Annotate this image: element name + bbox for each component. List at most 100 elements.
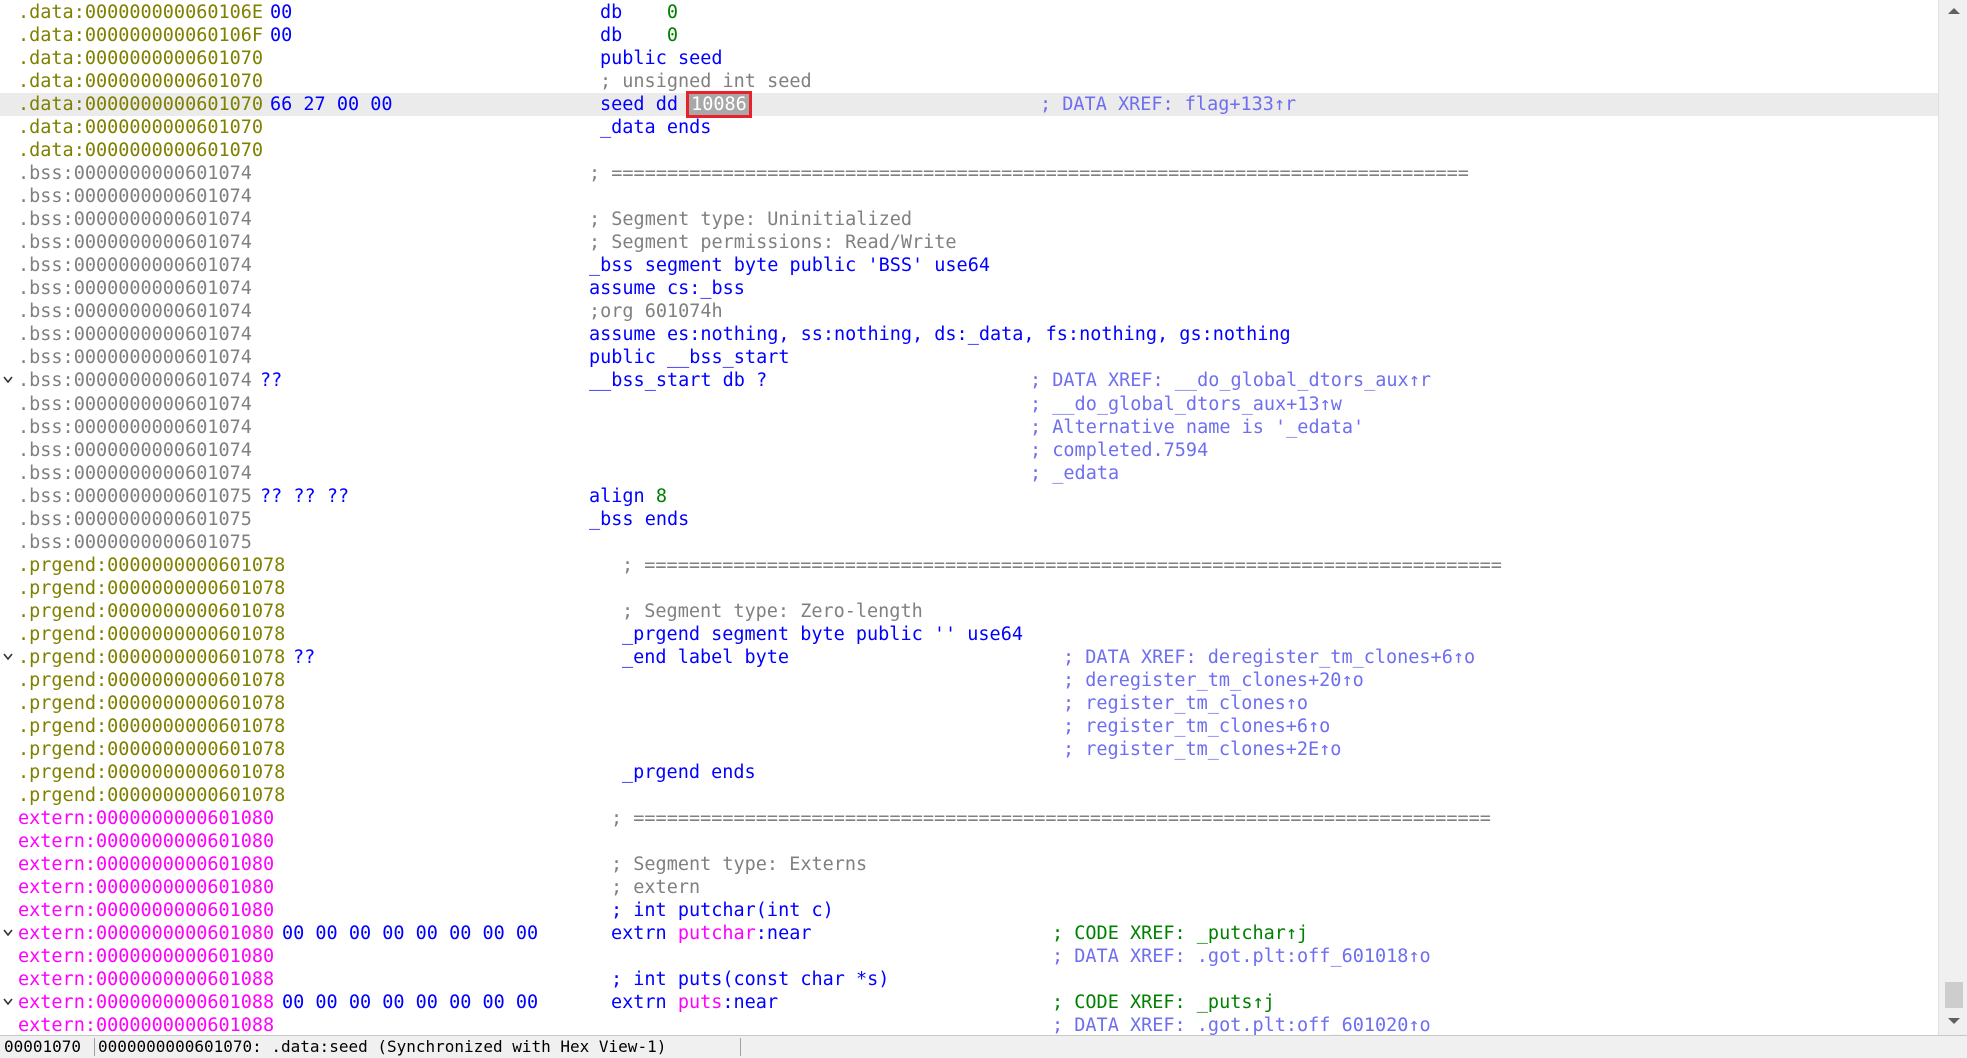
row-address[interactable]: .bss:0000000000601074 bbox=[18, 185, 252, 208]
listing-row[interactable]: .bss:0000000000601074 ; Segment type: Uni… bbox=[0, 208, 1938, 231]
listing-row[interactable]: .bss:0000000000601074 ; completed.7594 bbox=[0, 439, 1938, 462]
listing-row[interactable]: extern:0000000000601080 ; DATA XREF: .got… bbox=[0, 945, 1938, 968]
listing-row[interactable]: .prgend:0000000000601078 ; ==============… bbox=[0, 554, 1938, 577]
row-address[interactable]: .bss:0000000000601074 bbox=[18, 323, 252, 346]
row-instruction[interactable]: _data ends bbox=[600, 116, 711, 139]
row-instruction[interactable]: ; ======================================… bbox=[589, 162, 1469, 185]
listing-row[interactable]: .bss:0000000000601074 ; _edata bbox=[0, 462, 1938, 485]
listing-row[interactable]: .data:0000000000601070 bbox=[0, 139, 1938, 162]
listing-row[interactable]: .bss:0000000000601074 ; Alternative name … bbox=[0, 416, 1938, 439]
row-instruction[interactable]: ; Segment type: Externs bbox=[611, 853, 867, 876]
listing-row[interactable]: .bss:0000000000601074 assume es:nothing, … bbox=[0, 323, 1938, 346]
row-address[interactable]: .data:0000000000601070 bbox=[18, 139, 263, 162]
row-address[interactable]: .prgend:0000000000601078 bbox=[18, 692, 285, 715]
row-comment-xref[interactable]: ; register_tm_clones↑o bbox=[1063, 692, 1308, 715]
listing-row[interactable]: .prgend:0000000000601078 ; Segment type: … bbox=[0, 600, 1938, 623]
listing-row[interactable]: .bss:0000000000601075 bbox=[0, 531, 1938, 554]
scrollbar-thumb[interactable] bbox=[1945, 982, 1963, 1008]
row-address[interactable]: .prgend:0000000000601078 bbox=[18, 600, 285, 623]
row-comment-xref[interactable]: ; DATA XREF: __do_global_dtors_aux↑r bbox=[1030, 369, 1431, 392]
listing-row[interactable]: .prgend:0000000000601078 bbox=[0, 784, 1938, 807]
row-comment-xref[interactable]: ; deregister_tm_clones+20↑o bbox=[1063, 669, 1364, 692]
row-address[interactable]: .prgend:0000000000601078 bbox=[18, 577, 285, 600]
row-comment-xref[interactable]: ; __do_global_dtors_aux+13↑w bbox=[1030, 393, 1342, 416]
listing-row[interactable]: .prgend:0000000000601078 _prgend segment … bbox=[0, 623, 1938, 646]
listing-row[interactable]: extern:0000000000601088 ; int puts(const … bbox=[0, 968, 1938, 991]
row-address[interactable]: .bss:0000000000601074 bbox=[18, 208, 252, 231]
row-address[interactable]: .prgend:0000000000601078 bbox=[18, 623, 285, 646]
listing-row[interactable]: .bss:0000000000601075 ?? ?? ?? align 8 bbox=[0, 485, 1938, 508]
listing-row[interactable]: .bss:0000000000601074 assume cs:_bss bbox=[0, 277, 1938, 300]
listing-row[interactable]: .prgend:0000000000601078 _prgend ends bbox=[0, 761, 1938, 784]
row-address[interactable]: .data:0000000000601070 bbox=[18, 116, 263, 139]
row-instruction[interactable]: public seed bbox=[600, 47, 723, 70]
row-address[interactable]: .data:0000000000601070 bbox=[18, 47, 263, 70]
row-instruction[interactable]: extrn putchar:near bbox=[611, 922, 812, 945]
row-address[interactable]: .bss:0000000000601074 bbox=[18, 277, 252, 300]
row-comment-xref[interactable]: ; Alternative name is '_edata' bbox=[1030, 416, 1364, 439]
extern-symbol-name[interactable]: putchar bbox=[678, 923, 756, 944]
row-instruction[interactable]: ; ======================================… bbox=[611, 807, 1491, 830]
row-address[interactable]: .bss:0000000000601074 bbox=[18, 346, 252, 369]
row-address[interactable]: extern:0000000000601080 bbox=[18, 830, 274, 853]
row-instruction[interactable]: db 0 bbox=[600, 24, 678, 47]
listing-row[interactable]: .prgend:0000000000601078 ; register_tm_cl… bbox=[0, 738, 1938, 761]
listing-row[interactable]: .data:0000000000601070 public seed bbox=[0, 47, 1938, 70]
row-address[interactable]: .bss:0000000000601074 bbox=[18, 416, 252, 439]
listing-row[interactable]: .bss:0000000000601074?? __bss_start db ?;… bbox=[0, 369, 1938, 392]
listing-row[interactable]: .bss:0000000000601074 public __bss_start bbox=[0, 346, 1938, 369]
extern-symbol-name[interactable]: puts bbox=[678, 992, 723, 1013]
row-address[interactable]: extern:0000000000601088 bbox=[18, 968, 274, 991]
row-address[interactable]: .prgend:0000000000601078 bbox=[18, 738, 285, 761]
row-instruction[interactable]: align 8 bbox=[589, 485, 667, 508]
row-instruction[interactable]: ; Segment type: Zero-length bbox=[622, 600, 923, 623]
row-address[interactable]: .data:000000000060106E bbox=[18, 1, 263, 24]
row-address[interactable]: extern:0000000000601080 bbox=[18, 807, 274, 830]
vertical-scrollbar[interactable] bbox=[1938, 0, 1967, 1035]
listing-row[interactable]: .bss:0000000000601074 ; __do_global_dtors… bbox=[0, 393, 1938, 416]
row-comment-xref[interactable]: ; CODE XREF: _puts↑j bbox=[1052, 991, 1275, 1014]
listing-row[interactable]: extern:0000000000601088 ; DATA XREF: .got… bbox=[0, 1014, 1938, 1035]
row-instruction[interactable]: ; Segment type: Uninitialized bbox=[589, 208, 912, 231]
row-instruction[interactable]: __bss_start db ? bbox=[589, 369, 767, 392]
listing-row[interactable]: .prgend:0000000000601078 ; register_tm_cl… bbox=[0, 715, 1938, 738]
row-instruction[interactable]: ; ======================================… bbox=[622, 554, 1502, 577]
row-address[interactable]: extern:0000000000601080 bbox=[18, 945, 274, 968]
row-address[interactable]: .prgend:0000000000601078 bbox=[18, 715, 285, 738]
row-address[interactable]: .bss:0000000000601075 bbox=[18, 508, 252, 531]
row-address[interactable]: .data:000000000060106F bbox=[18, 24, 263, 47]
listing-row[interactable]: extern:0000000000601080 ; ===============… bbox=[0, 807, 1938, 830]
disassembly-listing[interactable]: .data:000000000060106E 00 db 0 .data:000000… bbox=[0, 0, 1938, 1035]
listing-row[interactable]: .bss:0000000000601074 ;org 601074h bbox=[0, 300, 1938, 323]
row-address[interactable]: .prgend:0000000000601078 bbox=[18, 761, 285, 784]
row-address[interactable]: .bss:0000000000601074 bbox=[18, 439, 252, 462]
listing-row[interactable]: .data:000000000060106E 00 db 0 bbox=[0, 1, 1938, 24]
row-address[interactable]: extern:0000000000601088 bbox=[18, 1014, 274, 1035]
listing-row[interactable]: extern:0000000000601080 ; Segment type: E… bbox=[0, 853, 1938, 876]
row-instruction[interactable]: ; int putchar(int c) bbox=[611, 899, 834, 922]
listing-row[interactable]: extern:0000000000601080 ; extern bbox=[0, 876, 1938, 899]
row-instruction[interactable]: seed dd 10086 bbox=[600, 91, 752, 119]
row-comment-xref[interactable]: ; _edata bbox=[1030, 462, 1119, 485]
row-instruction[interactable]: ; int puts(const char *s) bbox=[611, 968, 889, 991]
row-address[interactable]: .bss:0000000000601074 bbox=[18, 393, 252, 416]
row-address[interactable]: extern:0000000000601080 bbox=[18, 899, 274, 922]
row-instruction[interactable]: db 0 bbox=[600, 1, 678, 24]
row-address[interactable]: .prgend:0000000000601078 bbox=[18, 554, 285, 577]
row-instruction[interactable]: _end label byte bbox=[622, 646, 789, 669]
row-instruction[interactable]: public __bss_start bbox=[589, 346, 789, 369]
listing-row[interactable]: .prgend:0000000000601078?? _end label byt… bbox=[0, 646, 1938, 669]
row-address[interactable]: extern:0000000000601080 bbox=[18, 876, 274, 899]
listing-row[interactable]: extern:0000000000601080 bbox=[0, 830, 1938, 853]
row-address[interactable]: .prgend:0000000000601078 bbox=[18, 784, 285, 807]
row-comment-xref[interactable]: ; DATA XREF: .got.plt:off_601020↑o bbox=[1052, 1014, 1431, 1035]
row-address[interactable]: extern:0000000000601080 bbox=[18, 922, 274, 945]
row-instruction[interactable]: assume es:nothing, ss:nothing, ds:_data,… bbox=[589, 323, 1291, 346]
scroll-down-arrow-icon[interactable] bbox=[1948, 1018, 1960, 1024]
row-address[interactable]: .data:0000000000601070 bbox=[18, 93, 263, 116]
row-address[interactable]: .prgend:0000000000601078 bbox=[18, 646, 285, 669]
row-address[interactable]: .bss:0000000000601074 bbox=[18, 369, 252, 392]
row-address[interactable]: extern:0000000000601088 bbox=[18, 991, 274, 1014]
row-instruction[interactable]: ;org 601074h bbox=[589, 300, 723, 323]
listing-row[interactable]: .data:0000000000601070 66 27 00 00 seed dd… bbox=[0, 91, 1938, 119]
